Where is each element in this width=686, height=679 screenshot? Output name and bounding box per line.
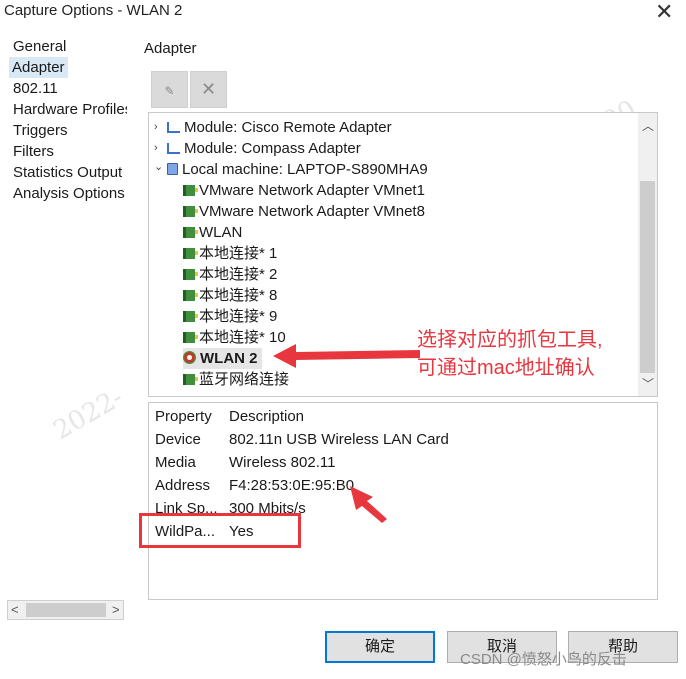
- tree-item-cisco-remote[interactable]: Module: Cisco Remote Adapter: [167, 117, 392, 138]
- tree-item-label: VMware Network Adapter VMnet8: [199, 203, 425, 220]
- column-header-description[interactable]: Description: [229, 407, 304, 427]
- scroll-right-icon[interactable]: >: [112, 601, 120, 619]
- nav-item-hardware-profiles[interactable]: Hardware Profiles: [12, 99, 127, 120]
- nav-horizontal-scrollbar[interactable]: < >: [7, 600, 124, 620]
- nav-item-triggers[interactable]: Triggers: [12, 120, 68, 141]
- network-adapter-icon: [183, 227, 198, 238]
- network-adapter-icon: [183, 374, 198, 385]
- tree-item-label: WLAN 2: [200, 350, 258, 367]
- pencil-icon: ✎: [164, 84, 175, 98]
- tree-item-label: 本地连接* 9: [199, 308, 278, 325]
- close-icon[interactable]: ✕: [655, 0, 673, 25]
- annotation-line-2: 可通过mac地址确认: [417, 357, 595, 379]
- tree-item-vmnet1[interactable]: VMware Network Adapter VMnet1: [183, 180, 425, 201]
- property-name: Device: [155, 431, 201, 448]
- property-name: Address: [155, 477, 211, 494]
- tree-item-bluetooth[interactable]: 蓝牙网络连接: [183, 369, 289, 390]
- computer-icon: [167, 163, 178, 175]
- highlight-box: [139, 513, 301, 548]
- tree-item-local-conn-1[interactable]: 本地连接* 1: [183, 243, 277, 264]
- tree-item-label: VMware Network Adapter VMnet1: [199, 182, 425, 199]
- scroll-down-icon[interactable]: ﹀: [642, 375, 654, 392]
- window-title: Capture Options - WLAN 2: [4, 2, 183, 19]
- tree-item-wlan-2[interactable]: WLAN 2: [183, 348, 262, 369]
- nav-item-80211[interactable]: 802.11: [12, 78, 59, 99]
- expand-toggle-icon[interactable]: ›: [154, 138, 158, 159]
- tree-vertical-scrollbar[interactable]: ︿ ﹀: [638, 113, 657, 396]
- network-adapter-icon: [183, 311, 198, 322]
- tree-item-label: Module: Cisco Remote Adapter: [184, 119, 392, 136]
- nav-item-analysis-options[interactable]: Analysis Options: [12, 183, 126, 204]
- section-title: Adapter: [144, 40, 197, 57]
- column-header-property[interactable]: Property: [155, 407, 212, 427]
- network-adapter-icon: [183, 248, 198, 259]
- x-icon: ✕: [200, 79, 217, 99]
- tree-item-local-conn-8[interactable]: 本地连接* 8: [183, 285, 277, 306]
- tree-item-label: WLAN: [199, 224, 243, 241]
- collapse-toggle-icon[interactable]: ⌄: [154, 157, 163, 178]
- scroll-thumb[interactable]: [640, 181, 655, 373]
- network-adapter-icon: [183, 269, 198, 280]
- nav-item-general[interactable]: General: [12, 36, 67, 57]
- edit-button[interactable]: ✎: [151, 71, 188, 108]
- module-icon: [167, 122, 180, 133]
- delete-button[interactable]: ✕: [190, 71, 227, 108]
- network-adapter-icon: [183, 332, 198, 343]
- tree-item-label: Local machine: LAPTOP-S890MHA9: [182, 161, 428, 178]
- module-icon: [167, 143, 180, 154]
- tree-item-label: Module: Compass Adapter: [184, 140, 361, 157]
- expand-toggle-icon[interactable]: ›: [154, 117, 158, 138]
- wireless-adapter-icon: [183, 351, 196, 364]
- network-adapter-icon: [183, 290, 198, 301]
- tree-item-local-conn-2[interactable]: 本地连接* 2: [183, 264, 277, 285]
- tree-item-label: 蓝牙网络连接: [199, 371, 290, 388]
- scroll-thumb[interactable]: [26, 603, 106, 617]
- tree-item-label: 本地连接* 8: [199, 287, 278, 304]
- tree-item-label: 本地连接* 2: [199, 266, 278, 283]
- tree-item-label: 本地连接* 10: [199, 329, 286, 346]
- property-value: 802.11n USB Wireless LAN Card: [229, 431, 449, 448]
- properties-table: Property Description Device 802.11n USB …: [148, 402, 658, 600]
- tree-item-local-conn-10[interactable]: 本地连接* 10: [183, 327, 286, 348]
- options-nav: General Adapter 802.11 Hardware Profiles…: [0, 36, 127, 602]
- tree-item-local-conn-9[interactable]: 本地连接* 9: [183, 306, 277, 327]
- scroll-left-icon[interactable]: <: [11, 601, 19, 619]
- tree-item-vmnet8[interactable]: VMware Network Adapter VMnet8: [183, 201, 425, 222]
- ok-button[interactable]: 确定: [325, 631, 435, 663]
- scroll-up-icon[interactable]: ︿: [642, 117, 654, 134]
- tree-item-local-machine[interactable]: Local machine: LAPTOP-S890MHA9: [167, 159, 428, 180]
- property-value: F4:28:53:0E:95:B0: [229, 477, 355, 494]
- network-adapter-icon: [183, 206, 198, 217]
- nav-item-filters[interactable]: Filters: [12, 141, 55, 162]
- network-adapter-icon: [183, 185, 198, 196]
- tree-item-compass[interactable]: Module: Compass Adapter: [167, 138, 361, 159]
- annotation-text: 选择对应的抓包工具, 可通过mac地址确认: [417, 326, 603, 382]
- nav-item-adapter[interactable]: Adapter: [9, 57, 68, 78]
- property-value: Wireless 802.11: [229, 454, 336, 471]
- csdn-watermark: CSDN @愤怒小鸟的反击: [460, 651, 627, 668]
- property-name: Media: [155, 454, 196, 471]
- tree-item-label: 本地连接* 1: [199, 245, 278, 262]
- nav-item-statistics-output[interactable]: Statistics Output: [12, 162, 123, 183]
- annotation-line-1: 选择对应的抓包工具,: [417, 329, 603, 351]
- tree-item-wlan[interactable]: WLAN: [183, 222, 242, 243]
